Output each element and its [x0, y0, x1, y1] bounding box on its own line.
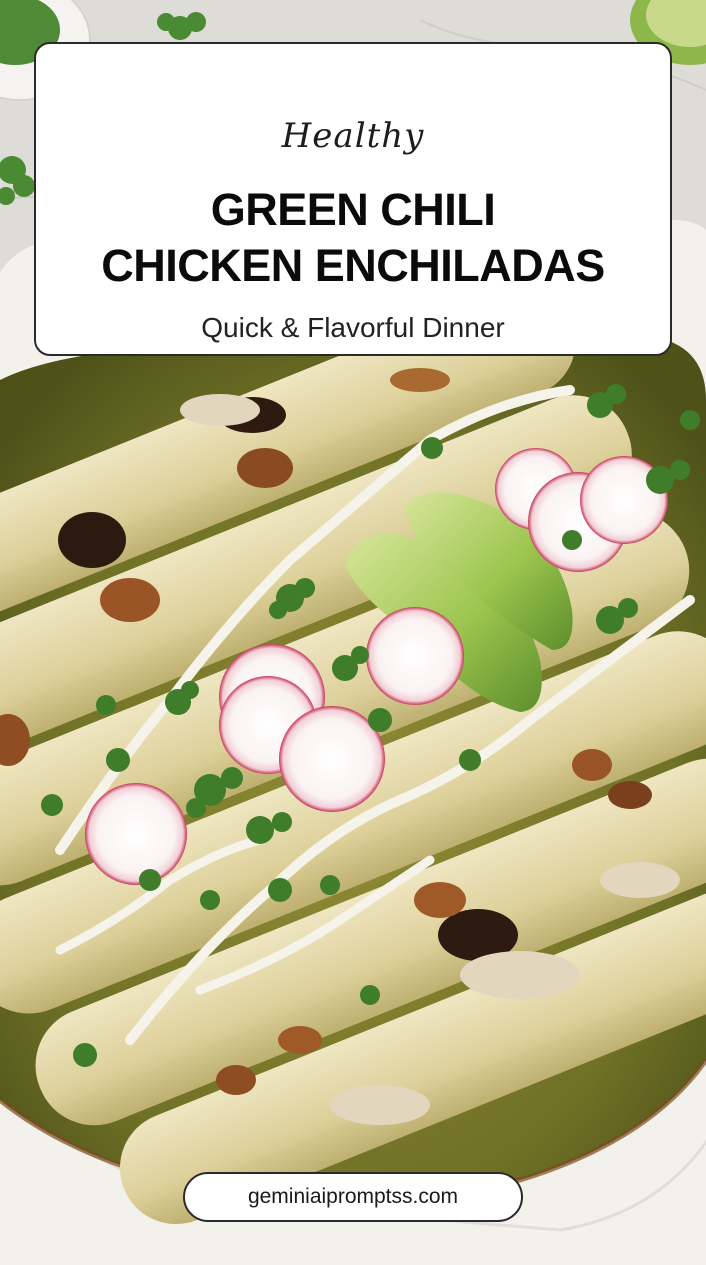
website-url-pill: geminiaipromptss.com — [183, 1172, 523, 1222]
recipe-headline: GREEN CHILI CHICKEN ENCHILADAS — [36, 182, 670, 294]
subtitle-text: Quick & Flavorful Dinner — [201, 312, 505, 343]
headline-line-1: GREEN CHILI — [210, 184, 496, 235]
kicker-text: Healthy — [281, 116, 425, 156]
title-card: Healthy GREEN CHILI CHICKEN ENCHILADAS Q… — [34, 42, 672, 356]
website-url: geminiaipromptss.com — [247, 1185, 459, 1208]
headline-line-2: CHICKEN ENCHILADAS — [101, 240, 605, 291]
